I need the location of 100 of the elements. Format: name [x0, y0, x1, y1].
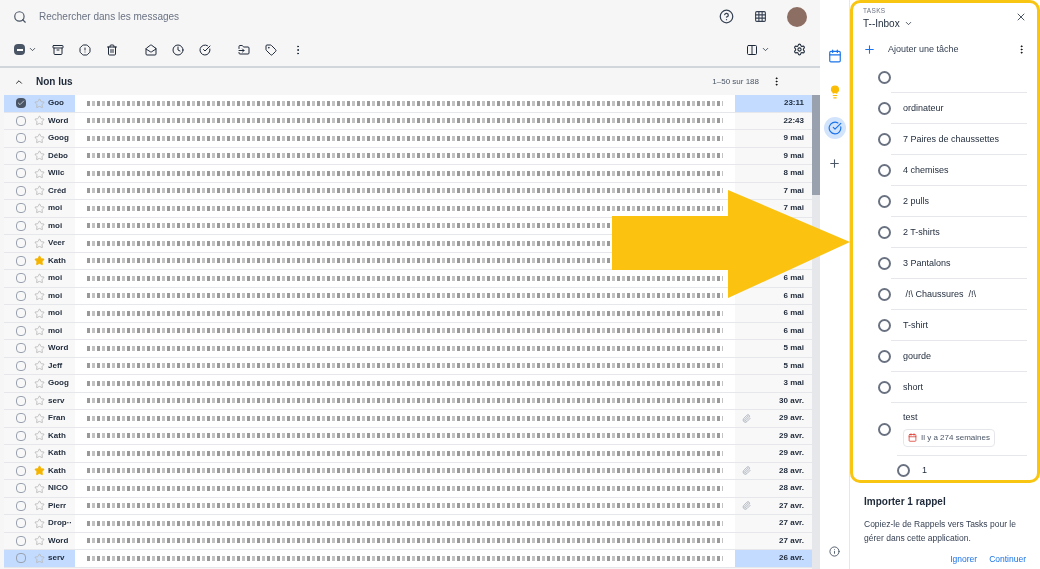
star-icon[interactable]: [34, 237, 45, 249]
task-title[interactable]: 3 Pantalons: [903, 256, 951, 270]
task-checkbox[interactable]: [878, 287, 891, 301]
star-icon[interactable]: [34, 97, 45, 109]
task-checkbox[interactable]: [878, 380, 891, 394]
email-row[interactable]: moi 7 mai: [4, 200, 812, 218]
star-icon[interactable]: [34, 255, 45, 267]
row-checkbox[interactable]: [16, 115, 26, 126]
star-icon[interactable]: [34, 290, 45, 302]
star-icon[interactable]: [34, 360, 45, 372]
task-checkbox[interactable]: [878, 225, 891, 239]
star-icon[interactable]: [34, 342, 45, 354]
email-row[interactable]: Kath 29 avr.: [4, 445, 812, 463]
row-checkbox[interactable]: [16, 185, 26, 196]
row-checkbox[interactable]: [16, 325, 26, 336]
avatar[interactable]: [787, 6, 807, 27]
task-title[interactable]: ordinateur: [903, 101, 944, 115]
row-checkbox[interactable]: [16, 483, 26, 494]
task-checkbox[interactable]: [878, 194, 891, 208]
task-checkbox[interactable]: [878, 318, 891, 332]
email-row[interactable]: Fran 29 avr.: [4, 410, 812, 428]
row-checkbox[interactable]: [16, 308, 26, 319]
star-icon[interactable]: [34, 325, 45, 337]
star-icon[interactable]: [34, 377, 45, 389]
select-checkbox[interactable]: [14, 44, 25, 55]
task-checkbox[interactable]: [878, 101, 891, 115]
task-checkbox[interactable]: [878, 70, 891, 84]
star-icon[interactable]: [34, 430, 45, 442]
star-icon[interactable]: [34, 185, 45, 197]
row-checkbox[interactable]: [16, 220, 26, 231]
email-row[interactable]: Goo 23:11: [4, 95, 812, 113]
row-checkbox[interactable]: [16, 343, 26, 354]
task-title[interactable]: gourde: [903, 349, 932, 363]
star-icon[interactable]: [34, 412, 45, 424]
row-checkbox[interactable]: [16, 168, 26, 179]
row-checkbox[interactable]: [16, 518, 26, 529]
task-title[interactable]: T-shirt: [903, 318, 928, 332]
task-title[interactable]: 7 Paires de chaussettes: [903, 132, 1000, 146]
side-app-button[interactable]: [823, 117, 846, 139]
star-icon[interactable]: [34, 552, 45, 564]
task-title[interactable]: test: [903, 411, 995, 425]
text-button[interactable]: Ignorer: [950, 553, 978, 566]
email-row[interactable]: NICO 28 avr.: [4, 480, 812, 498]
subtask-title[interactable]: 1: [922, 463, 927, 478]
task-checkbox[interactable]: [878, 163, 891, 177]
row-checkbox[interactable]: [16, 133, 26, 144]
email-row[interactable]: serv 26 avr.: [4, 550, 812, 568]
task-title[interactable]: /!\ Chaussures /!\: [903, 287, 977, 301]
task-title[interactable]: 2 pulls: [903, 194, 929, 208]
email-row[interactable]: Word 5 mai: [4, 340, 812, 358]
task-checkbox[interactable]: [897, 464, 910, 477]
row-checkbox[interactable]: [16, 203, 26, 214]
star-icon[interactable]: [34, 220, 45, 232]
row-checkbox[interactable]: [16, 535, 26, 546]
email-row[interactable]: Goog 9 mai: [4, 130, 812, 148]
list-selector[interactable]: T--Inbox: [863, 15, 913, 31]
row-checkbox[interactable]: [16, 290, 26, 301]
star-icon[interactable]: [34, 500, 45, 512]
row-checkbox[interactable]: [16, 378, 26, 389]
row-checkbox[interactable]: [16, 150, 26, 161]
task-checkbox[interactable]: [878, 132, 891, 146]
row-checkbox[interactable]: [16, 413, 26, 424]
star-icon[interactable]: [34, 272, 45, 284]
email-row[interactable]: moi 6 mai: [4, 270, 812, 288]
task-checkbox[interactable]: [878, 256, 891, 270]
star-icon[interactable]: [34, 307, 45, 319]
section-title[interactable]: Non lus: [36, 74, 73, 89]
star-icon[interactable]: [34, 150, 45, 162]
row-checkbox[interactable]: [16, 553, 26, 564]
row-checkbox[interactable]: [16, 360, 26, 371]
row-checkbox[interactable]: [16, 238, 26, 249]
row-checkbox[interactable]: [16, 395, 26, 406]
task-checkbox[interactable]: [878, 422, 891, 436]
star-icon[interactable]: [34, 465, 45, 477]
task-title[interactable]: 4 chemises: [903, 163, 949, 177]
star-icon[interactable]: [34, 535, 45, 547]
star-icon[interactable]: [34, 167, 45, 179]
row-checkbox[interactable]: [16, 500, 26, 511]
star-icon[interactable]: [34, 517, 45, 529]
scrollbar[interactable]: [812, 95, 820, 569]
task-checkbox[interactable]: [878, 349, 891, 363]
star-icon[interactable]: [34, 202, 45, 214]
email-row[interactable]: moi 6 mai: [4, 305, 812, 323]
row-checkbox[interactable]: [16, 465, 26, 476]
text-button[interactable]: Continuer: [989, 553, 1026, 566]
star-icon[interactable]: [34, 115, 45, 127]
star-icon[interactable]: [34, 482, 45, 494]
star-icon[interactable]: [34, 447, 45, 459]
email-row[interactable]: Drop·· 27 avr.: [4, 515, 812, 533]
email-row[interactable]: Goog 3 mai: [4, 375, 812, 393]
search-field[interactable]: Rechercher dans les messages: [39, 9, 707, 24]
email-row[interactable]: Wilc 8 mai: [4, 165, 812, 183]
add-task-button[interactable]: Ajouter une tâche: [888, 42, 959, 57]
star-icon[interactable]: [34, 395, 45, 407]
task-title[interactable]: short: [903, 380, 923, 394]
row-checkbox[interactable]: [16, 98, 26, 109]
task-title[interactable]: 2 T-shirts: [903, 225, 940, 239]
row-checkbox[interactable]: [16, 448, 26, 459]
row-checkbox[interactable]: [16, 273, 26, 284]
star-icon[interactable]: [34, 132, 45, 144]
